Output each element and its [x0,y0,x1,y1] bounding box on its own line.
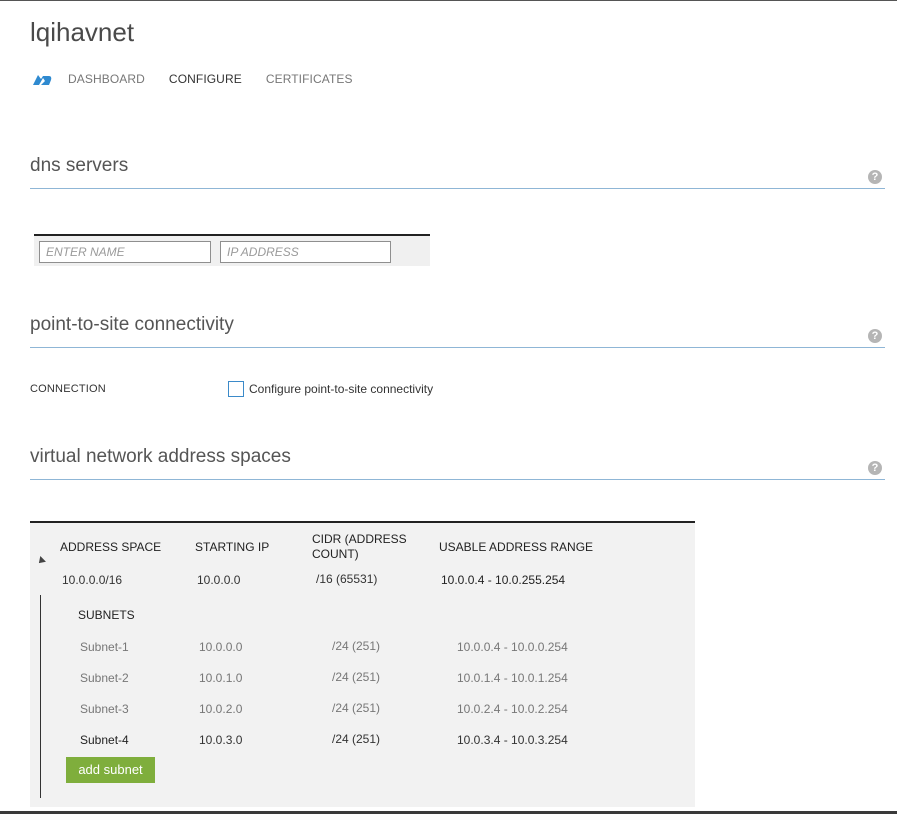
section-title-address-spaces: virtual network address spaces [30,446,291,467]
cidr-value[interactable]: /16 (65531) [316,572,377,586]
tab-dashboard[interactable]: DASHBOARD [68,72,145,86]
subnet-range: 10.0.3.4 - 10.0.3.254 [457,733,568,747]
col-header-address-space: ADDRESS SPACE [60,540,162,554]
address-spaces-section-header: virtual network address spaces ? [30,446,885,480]
dns-ip-input[interactable] [220,241,391,263]
cloud-network-icon [33,75,52,85]
subnet-starting-ip[interactable]: 10.0.2.0 [199,702,242,716]
help-icon[interactable]: ? [868,329,882,343]
subnet-cidr[interactable]: /24 (251) [332,701,380,715]
subnet-starting-ip[interactable]: 10.0.0.0 [199,640,242,654]
help-icon[interactable]: ? [868,170,882,184]
dns-name-input[interactable] [39,241,211,263]
subnet-range: 10.0.1.4 - 10.0.1.254 [457,671,568,685]
subnet-range: 10.0.2.4 - 10.0.2.254 [457,702,568,716]
subnet-cidr[interactable]: /24 (251) [332,670,380,684]
section-title-p2s: point-to-site connectivity [30,314,234,335]
p2s-checkbox[interactable] [228,381,244,397]
tab-configure[interactable]: CONFIGURE [169,72,242,86]
subnet-name[interactable]: Subnet-2 [80,671,129,685]
connection-label: CONNECTION [30,383,106,395]
help-icon[interactable]: ? [868,461,882,475]
usable-range-value: 10.0.0.4 - 10.0.255.254 [441,573,566,587]
dns-section-header: dns servers ? [30,155,885,189]
section-title-dns: dns servers [30,155,129,176]
subnet-name[interactable]: Subnet-4 [80,733,129,747]
subnet-starting-ip[interactable]: 10.0.1.0 [199,671,242,685]
subnet-tree-rail [40,595,41,798]
col-header-starting-ip: STARTING IP [195,540,270,554]
address-space-table: ADDRESS SPACE STARTING IP CIDR (ADDRESS … [30,521,695,807]
address-space-value[interactable]: 10.0.0.0/16 [62,573,122,587]
col-header-usable-range: USABLE ADDRESS RANGE [439,540,594,554]
add-subnet-button[interactable]: add subnet [66,757,155,783]
p2s-checkbox-label[interactable]: Configure point-to-site connectivity [249,382,433,396]
subnets-label: SUBNETS [78,608,135,622]
subnet-name[interactable]: Subnet-1 [80,640,129,654]
col-header-cidr-line1: CIDR (ADDRESS [312,532,407,546]
dns-server-entry [34,234,430,266]
subnet-name[interactable]: Subnet-3 [80,702,129,716]
collapse-arrow-icon[interactable] [36,556,46,566]
subnet-range: 10.0.0.4 - 10.0.0.254 [457,640,568,654]
tab-certificates[interactable]: CERTIFICATES [266,72,353,86]
starting-ip-value[interactable]: 10.0.0.0 [197,573,240,587]
p2s-checkbox-row[interactable]: Configure point-to-site connectivity [228,381,433,397]
page-title: lqihavnet [30,17,135,47]
p2s-section-header: point-to-site connectivity ? [30,314,885,348]
top-nav: DASHBOARD CONFIGURE CERTIFICATES [30,71,377,87]
col-header-cidr-line2: COUNT) [312,547,359,561]
subnet-cidr[interactable]: /24 (251) [332,639,380,653]
subnet-cidr[interactable]: /24 (251) [332,732,380,746]
subnet-starting-ip[interactable]: 10.0.3.0 [199,733,242,747]
